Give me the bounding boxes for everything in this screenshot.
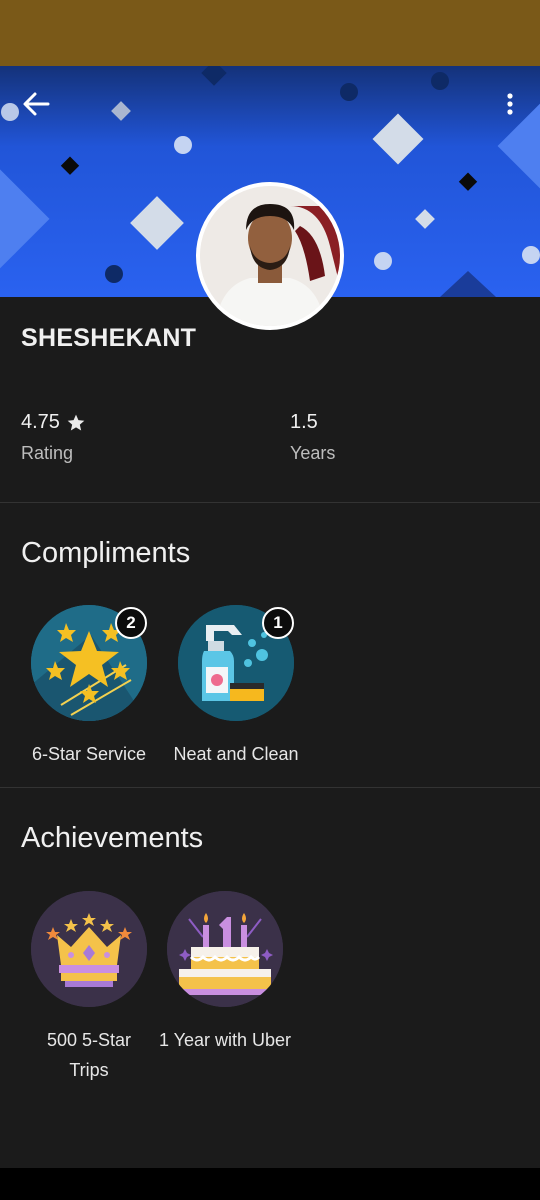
divider: [0, 787, 540, 788]
compliments-title: Compliments: [21, 537, 191, 569]
crown-icon: [31, 891, 147, 1007]
achievement-1-year-badge[interactable]: [167, 891, 283, 1007]
driver-avatar: [196, 182, 344, 330]
more-options-button[interactable]: [492, 82, 528, 126]
divider: [0, 502, 540, 503]
driver-name: SHESHEKANT: [21, 324, 197, 352]
compliment-count-badge: 1: [262, 607, 294, 639]
compliment-label: 6-Star Service: [31, 744, 147, 764]
compliment-label: Neat and Clean: [173, 744, 299, 764]
achievements-title: Achievements: [21, 822, 204, 854]
birthday-cake-icon: [167, 891, 283, 1007]
years-label: Years: [290, 443, 336, 463]
achievement-label-line2: Trips: [69, 1060, 109, 1080]
arrow-left-icon: [23, 92, 50, 116]
rating-label: Rating: [21, 443, 74, 463]
achievement-label: 1 Year with Uber: [158, 1030, 292, 1050]
years-value: 1.5: [290, 411, 318, 433]
back-button[interactable]: [14, 82, 58, 126]
more-vertical-icon: [507, 93, 513, 115]
achievement-500-trips-badge[interactable]: [31, 891, 147, 1007]
rating-number: 4.75: [21, 411, 60, 433]
status-bar: [0, 0, 540, 66]
driver-photo: [200, 186, 340, 326]
star-icon: [67, 414, 85, 430]
rating-value: 4.75: [21, 411, 86, 434]
navigation-bar: [0, 1168, 540, 1200]
compliment-count-badge: 2: [115, 607, 147, 639]
